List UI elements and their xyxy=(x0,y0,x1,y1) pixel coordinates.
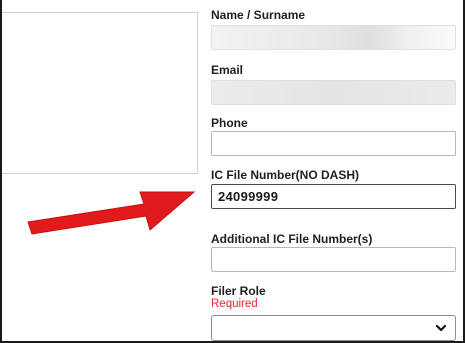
name-surname-label: Name / Surname xyxy=(211,8,306,22)
additional-ic-file-number-label: Additional IC File Number(s) xyxy=(211,232,373,246)
red-arrow-annotation xyxy=(27,191,196,235)
ic-file-number-field[interactable]: 24099999 xyxy=(211,184,456,209)
email-field[interactable] xyxy=(211,80,456,105)
chevron-down-icon xyxy=(435,324,447,332)
phone-field[interactable] xyxy=(211,131,456,156)
email-label: Email xyxy=(211,63,244,77)
additional-ic-file-number-field[interactable] xyxy=(211,247,456,272)
name-surname-field[interactable] xyxy=(211,25,456,50)
filer-role-required-text: Required xyxy=(211,298,258,310)
window-frame: Name / Surname Email Phone IC File Numbe… xyxy=(0,0,465,343)
left-panel xyxy=(2,12,198,174)
phone-label: Phone xyxy=(211,116,248,130)
ic-file-number-label: IC File Number(NO DASH) xyxy=(211,168,360,182)
filer-role-label: Filer Role xyxy=(211,284,266,298)
filer-role-select[interactable] xyxy=(211,315,456,341)
